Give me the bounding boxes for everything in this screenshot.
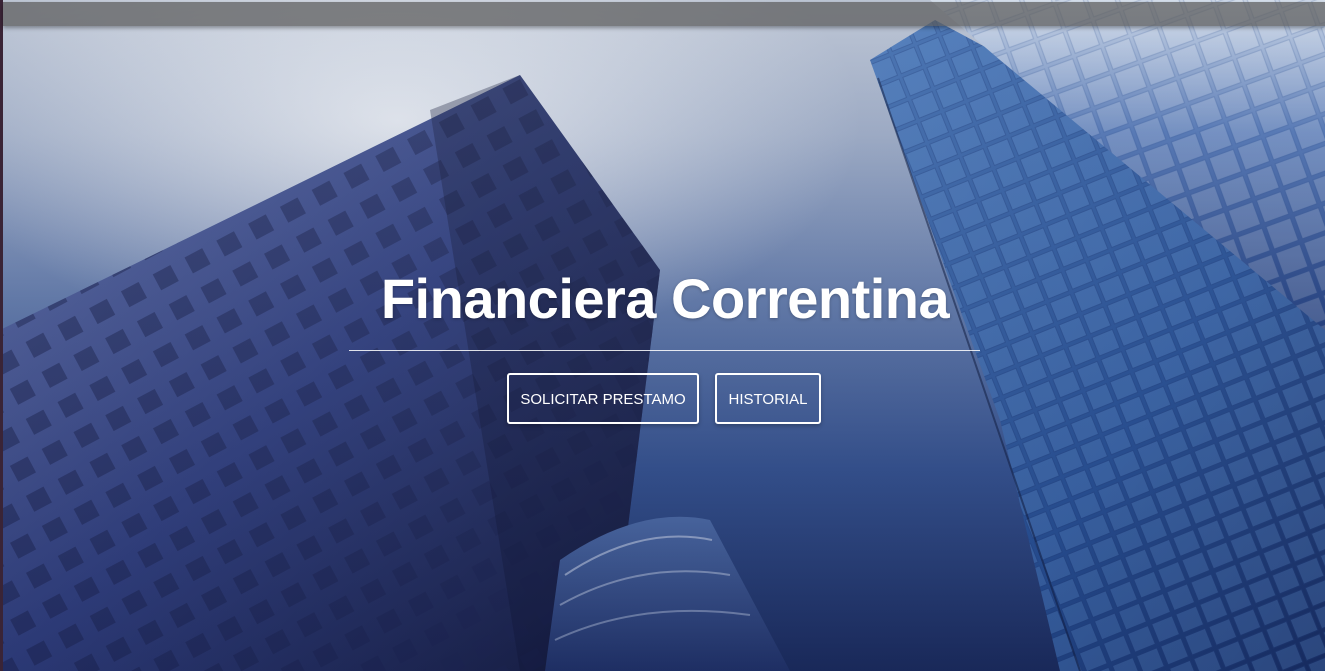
request-loan-button[interactable]: SOLICITAR PRESTAMO <box>507 373 699 424</box>
title-divider <box>349 350 980 351</box>
page-title: Financiera Correntina <box>380 267 950 330</box>
hero-section: Financiera Correntina SOLICITAR PRESTAMO… <box>0 0 1325 671</box>
top-navbar <box>3 2 1325 26</box>
image-overlay <box>0 0 1325 671</box>
window-edge <box>0 0 3 671</box>
history-button[interactable]: HISTORIAL <box>715 373 821 424</box>
